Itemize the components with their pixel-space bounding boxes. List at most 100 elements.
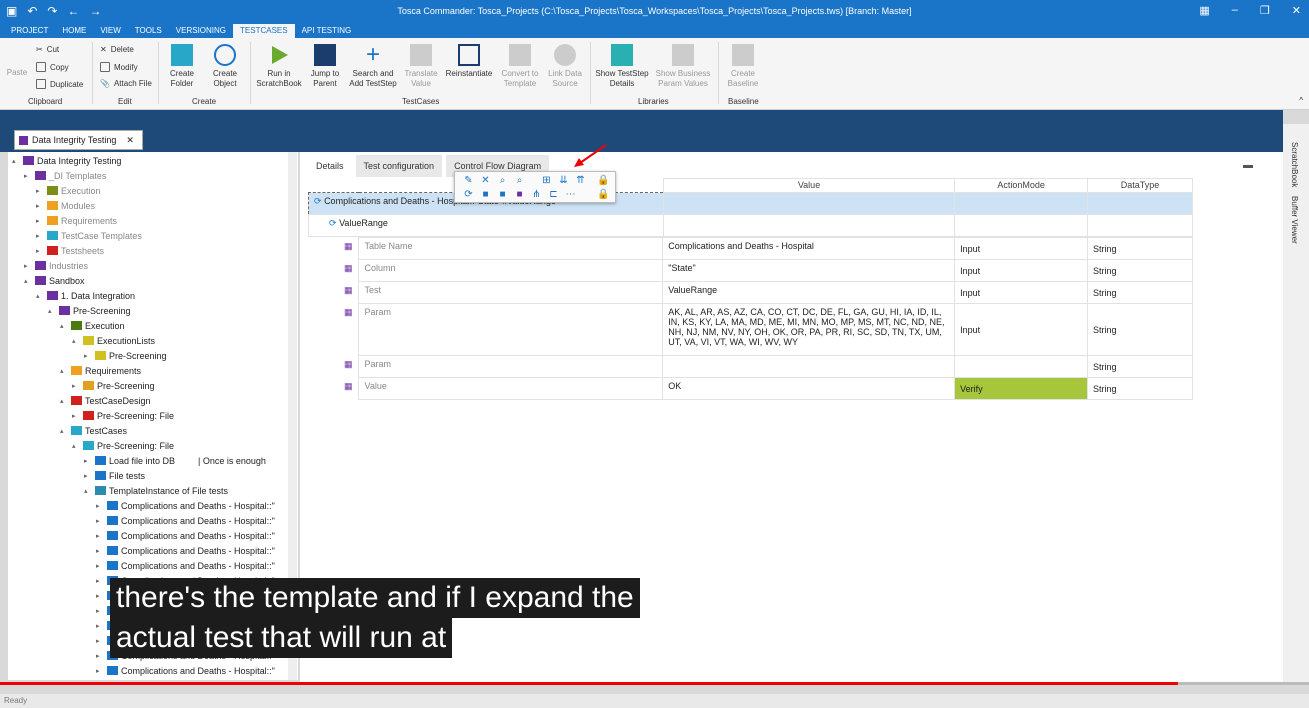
tree-item[interactable]: ▴ 1. Data Integration xyxy=(36,288,135,303)
link-data-source-button[interactable]: Link Data Source xyxy=(544,44,586,89)
zoom-icon[interactable]: ⌕ xyxy=(514,175,525,186)
tab-tools[interactable]: TOOLS xyxy=(128,24,169,38)
tree-item[interactable]: ▸ Execution xyxy=(36,183,101,198)
attribute-value[interactable]: "State" xyxy=(662,259,956,282)
tree-item[interactable]: ▸ Pre-Screening xyxy=(84,348,167,363)
action-mode[interactable]: Input xyxy=(954,237,1089,260)
translate-value-button[interactable]: Translate Value xyxy=(402,44,440,89)
modify-button[interactable]: Modify xyxy=(100,62,138,72)
column-header-datatype[interactable]: DataType xyxy=(1087,178,1193,193)
show-business-params-button[interactable]: Show Business Param Values xyxy=(654,44,712,89)
tab-view[interactable]: VIEW xyxy=(93,24,127,38)
tree-item[interactable]: ▸ Complications and Deaths - Hospital::" xyxy=(96,513,275,528)
teststep-value-row[interactable]: ▦ Table Name Complications and Deaths - Ho… xyxy=(308,237,1193,260)
expand-arrow-icon[interactable]: ▸ xyxy=(36,202,44,210)
expand-arrow-icon[interactable]: ▴ xyxy=(12,157,20,165)
collapse-all-icon[interactable]: ⇊ xyxy=(558,175,569,186)
tab-api-testing[interactable]: API TESTING xyxy=(295,24,359,38)
teststep-value-row[interactable]: ▦ Column "State" Input String xyxy=(308,259,1193,282)
duplicate-button[interactable]: Duplicate xyxy=(36,79,83,89)
layout-icon[interactable]: ▦ xyxy=(1199,4,1209,17)
tree-item[interactable]: ▴ Sandbox xyxy=(24,273,85,288)
expand-arrow-icon[interactable]: ▸ xyxy=(96,517,104,525)
tree-item[interactable]: ▸ Testsheets xyxy=(36,243,104,258)
search-add-teststep-button[interactable]: + Search and Add TestStep xyxy=(346,43,400,89)
tree-item[interactable]: ▴ TemplateInstance of File tests xyxy=(84,483,228,498)
data-type[interactable]: String xyxy=(1087,259,1193,282)
close-tab-icon[interactable]: ✕ xyxy=(126,135,134,146)
attribute-value[interactable] xyxy=(662,355,956,378)
expand-arrow-icon[interactable]: ▸ xyxy=(36,232,44,240)
module-row[interactable]: ⟳ ValueRange xyxy=(308,214,664,237)
expand-arrow-icon[interactable]: ▸ xyxy=(96,547,104,555)
create-folder-button[interactable]: Create Folder xyxy=(164,44,200,89)
attribute-value[interactable]: AK, AL, AR, AS, AZ, CA, CO, CT, DC, DE, … xyxy=(662,303,956,356)
minimize-button[interactable]: – xyxy=(1232,4,1238,17)
tab-versioning[interactable]: VERSIONING xyxy=(169,24,233,38)
create-baseline-button[interactable]: Create Baseline xyxy=(724,44,762,89)
tab-details[interactable]: Details xyxy=(308,155,352,177)
teststep-value-row[interactable]: ▦ Param String xyxy=(308,355,1193,378)
tree-item[interactable]: ▴ Pre-Screening xyxy=(48,303,131,318)
tree-item[interactable]: ▴ Execution xyxy=(60,318,125,333)
close-button[interactable]: ✕ xyxy=(1292,4,1301,17)
more-icon[interactable]: ⋯ xyxy=(565,189,576,200)
convert-template-button[interactable]: Convert to Template xyxy=(498,44,542,89)
video-progress-played[interactable] xyxy=(0,682,1179,685)
attribute-value[interactable]: ValueRange xyxy=(662,281,956,304)
expand-arrow-icon[interactable]: ▸ xyxy=(36,217,44,225)
action-mode[interactable] xyxy=(954,355,1089,378)
tree-item[interactable]: ▴ TestCases xyxy=(60,423,127,438)
tree-item[interactable]: ▸ Complications and Deaths - Hospital::" xyxy=(96,558,275,573)
tree-item[interactable]: ▸ Complications and Deaths - Hospital::" xyxy=(96,498,275,513)
scratchbook-tab[interactable]: ScratchBook xyxy=(1290,142,1299,187)
expand-arrow-icon[interactable]: ▸ xyxy=(24,262,32,270)
expand-arrow-icon[interactable]: ▸ xyxy=(96,532,104,540)
tree-item[interactable]: ▸ Modules xyxy=(36,198,95,213)
copy-button[interactable]: Copy xyxy=(36,62,69,72)
data-type[interactable]: String xyxy=(1087,355,1193,378)
tab-testcases[interactable]: TESTCASES xyxy=(233,24,295,38)
tab-project[interactable]: PROJECT xyxy=(4,24,55,38)
teststep-value-row[interactable]: ▦ Param AK, AL, AR, AS, AZ, CA, CO, CT, DC… xyxy=(308,303,1193,356)
expand-arrow-icon[interactable]: ▸ xyxy=(24,172,32,180)
create-object-button[interactable]: Create Object xyxy=(206,44,244,89)
expand-arrow-icon[interactable]: ▴ xyxy=(60,322,68,330)
tree-item[interactable]: ▴ Pre-Screening: File xyxy=(72,438,174,453)
tree-item[interactable]: ▸ Complications and Deaths - Hospital::" xyxy=(96,543,275,558)
attribute-name[interactable]: Param xyxy=(358,355,664,378)
expand-arrow-icon[interactable]: ▸ xyxy=(96,607,104,615)
action-mode[interactable]: Input xyxy=(954,259,1089,282)
expand-arrow-icon[interactable]: ▸ xyxy=(84,352,92,360)
tree-item[interactable]: ▴ TestCaseDesign xyxy=(60,393,151,408)
expand-arrow-icon[interactable]: ▴ xyxy=(60,367,68,375)
action-mode[interactable]: Verify xyxy=(954,377,1089,400)
module-icon[interactable]: ■ xyxy=(514,189,525,200)
lock-closed-icon[interactable]: 🔒 xyxy=(597,189,609,200)
expand-arrow-icon[interactable]: ▸ xyxy=(72,412,80,420)
expand-icon[interactable]: ⊞ xyxy=(541,175,552,186)
link-icon[interactable]: ⊏ xyxy=(548,189,559,200)
data-type[interactable]: String xyxy=(1087,377,1193,400)
tree-item[interactable]: ▴ ExecutionLists xyxy=(72,333,155,348)
tree-item[interactable]: ▸ Industries xyxy=(24,258,88,273)
tree-item[interactable]: ▸ File tests xyxy=(84,468,145,483)
buffer-viewer-tab[interactable]: Buffer Viewer xyxy=(1290,196,1299,244)
expand-arrow-icon[interactable]: ▸ xyxy=(96,622,104,630)
expand-arrow-icon[interactable]: ▴ xyxy=(36,292,44,300)
attribute-name[interactable]: Table Name xyxy=(358,237,664,260)
tree-icon[interactable]: ⋔ xyxy=(531,189,542,200)
attribute-name[interactable]: Test xyxy=(358,281,664,304)
data-type[interactable]: String xyxy=(1087,281,1193,304)
cut-button[interactable]: ✂ Cut xyxy=(36,45,59,54)
lock-icon[interactable]: 🔒 xyxy=(597,175,609,186)
expand-arrow-icon[interactable]: ▸ xyxy=(96,667,104,675)
save-icon[interactable]: ■ xyxy=(497,189,508,200)
expand-arrow-icon[interactable]: ▸ xyxy=(96,562,104,570)
edit-icon[interactable]: ✎ xyxy=(463,175,474,186)
expand-arrow-icon[interactable]: ▴ xyxy=(60,427,68,435)
print-icon[interactable]: ▬ xyxy=(1243,160,1253,171)
column-header-value[interactable]: Value xyxy=(662,178,956,193)
tree-item[interactable]: ▸ Load file into DB | Once is enough xyxy=(84,453,266,468)
action-mode[interactable]: Input xyxy=(954,281,1089,304)
